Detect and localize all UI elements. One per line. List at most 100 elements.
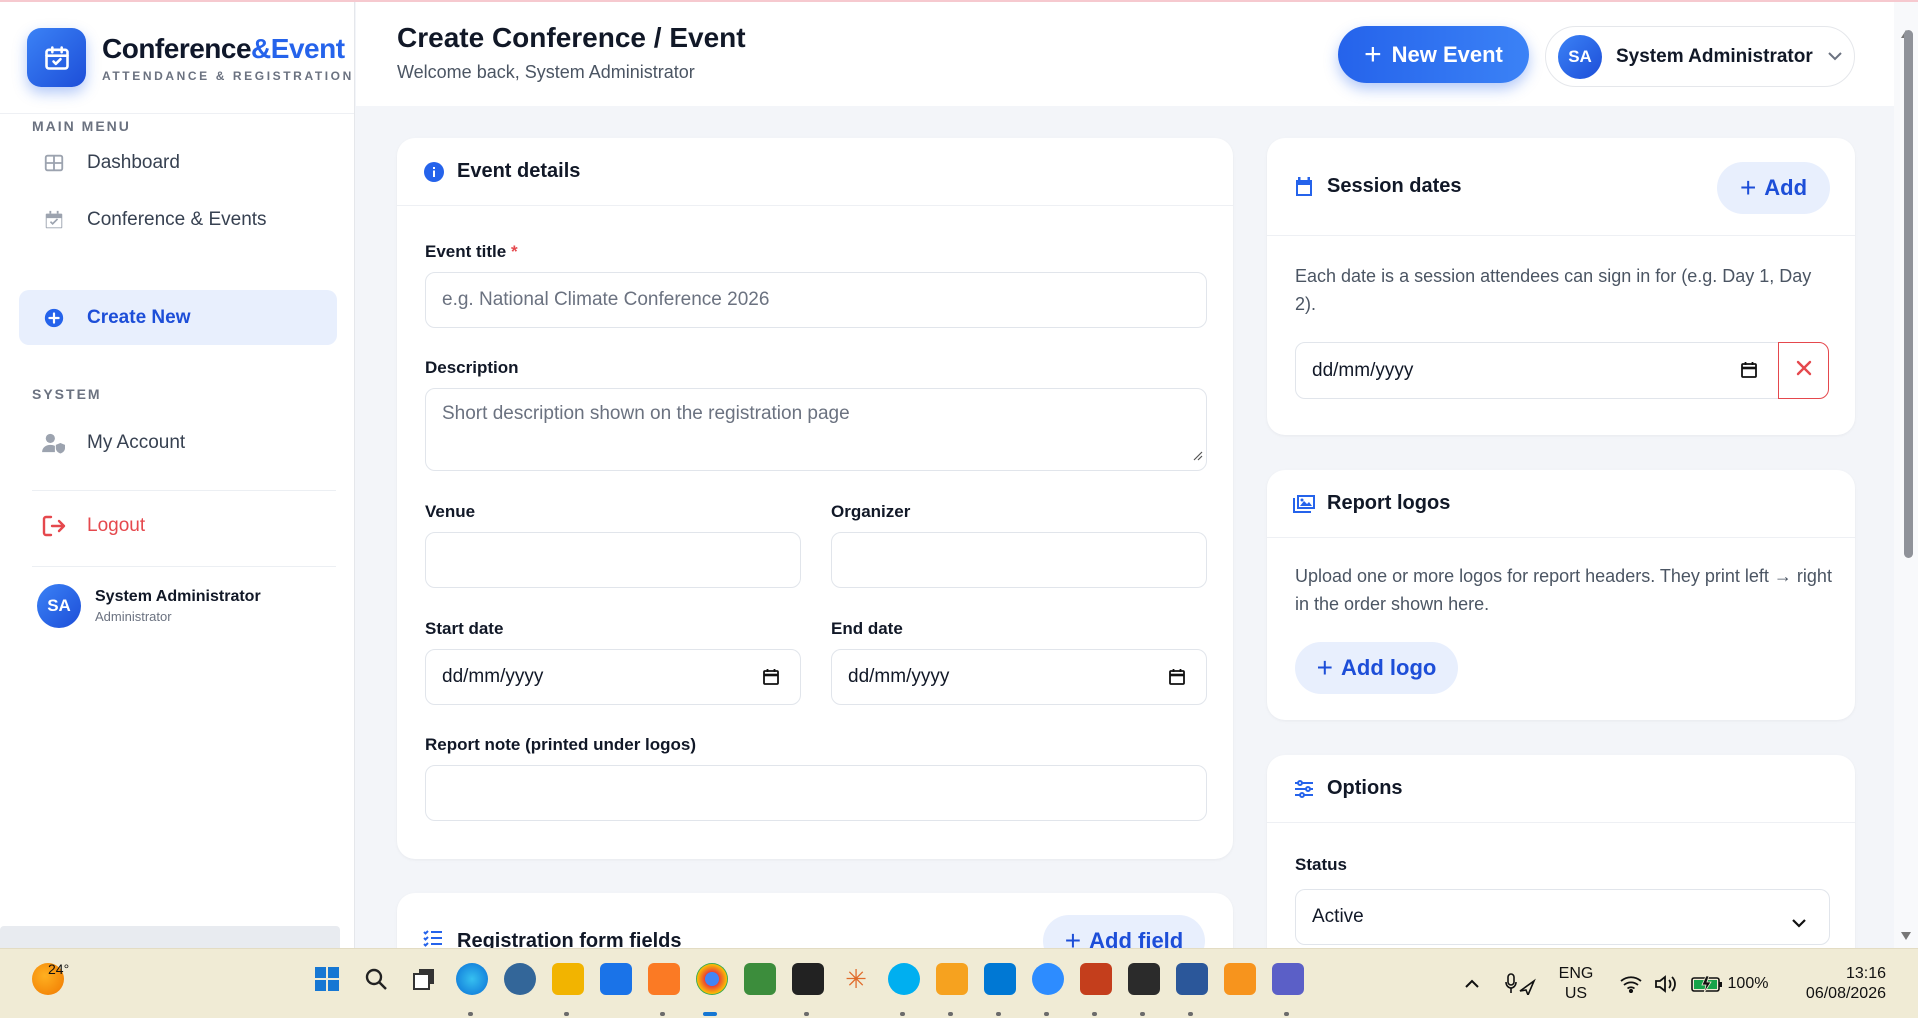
- page-title: Create Conference / Event: [397, 22, 746, 53]
- end-date-label: End date: [831, 619, 903, 638]
- brand[interactable]: Conference&Event ATTENDANCE & REGISTRATI…: [0, 2, 354, 114]
- plus-icon: +: [1364, 37, 1382, 71]
- sidebar-item-conference-events[interactable]: Conference & Events: [19, 192, 337, 247]
- sidebar-footer-bar: [0, 926, 340, 948]
- running-indicator: [660, 1012, 665, 1016]
- running-indicator: [1044, 1012, 1049, 1016]
- remove-session-date-button[interactable]: [1778, 342, 1829, 399]
- venue-label: Venue: [425, 502, 476, 521]
- session-dates-card: Session dates + Add Each date is a sessi…: [1267, 138, 1855, 435]
- report-logos-help: Upload one or more logos for report head…: [1295, 566, 1832, 614]
- sidebar-item-logout[interactable]: Logout: [19, 498, 337, 553]
- volume-icon[interactable]: [1652, 949, 1680, 1018]
- sticky-notes-icon[interactable]: [792, 963, 824, 995]
- running-indicator: [1092, 1012, 1097, 1016]
- chevron-up-icon[interactable]: [1460, 949, 1484, 1018]
- sidebar-item-my-account[interactable]: My Account: [19, 415, 337, 470]
- clock[interactable]: 13:16 06/08/2026: [1790, 949, 1886, 1018]
- language-tool-icon[interactable]: [744, 963, 776, 995]
- skype-icon[interactable]: [888, 963, 920, 995]
- sidebar-item-label: Logout: [87, 514, 146, 536]
- sidebar-divider: [32, 490, 336, 491]
- organizer-input[interactable]: [831, 532, 1207, 588]
- running-indicator: [1284, 1012, 1289, 1016]
- running-indicator: [1188, 1012, 1193, 1016]
- new-event-button[interactable]: + New Event: [1338, 26, 1529, 83]
- claude-icon[interactable]: ✳: [840, 963, 872, 995]
- task-view-icon[interactable]: [408, 963, 440, 995]
- chevron-down-icon: [1827, 48, 1843, 66]
- sidebar-user-card[interactable]: SA System Administrator Administrator: [37, 584, 261, 628]
- language-indicator[interactable]: ENG US: [1554, 949, 1598, 1018]
- running-indicator: [948, 1012, 953, 1016]
- menu-section-system: SYSTEM: [32, 386, 102, 402]
- teams-icon[interactable]: [1272, 963, 1304, 995]
- user-shield-icon: [41, 430, 67, 456]
- running-indicator: [468, 1012, 473, 1016]
- terminal-icon[interactable]: [1128, 963, 1160, 995]
- zoom-icon[interactable]: [1032, 963, 1064, 995]
- search-icon[interactable]: [360, 963, 392, 995]
- store-icon[interactable]: [600, 963, 632, 995]
- organizer-label: Organizer: [831, 502, 911, 521]
- active-app-indicator: [703, 1012, 717, 1016]
- user-menu-dropdown[interactable]: SA System Administrator: [1545, 26, 1855, 87]
- add-session-date-button[interactable]: + Add: [1717, 162, 1830, 214]
- close-icon: [1796, 360, 1812, 381]
- sidebar-item-label: Conference & Events: [87, 208, 267, 230]
- xampp-icon[interactable]: [648, 963, 680, 995]
- page-subtitle: Welcome back, System Administrator: [397, 62, 695, 82]
- session-dates-help: Each date is a session attendees can sig…: [1295, 266, 1812, 314]
- event-title-input[interactable]: e.g. National Climate Conference 2026: [425, 272, 1207, 328]
- session-date-input[interactable]: dd/mm/yyyy: [1295, 342, 1779, 399]
- description-textarea[interactable]: Short description shown on the registrat…: [425, 388, 1207, 471]
- word-icon[interactable]: [1176, 963, 1208, 995]
- powerpoint-icon[interactable]: [1080, 963, 1112, 995]
- file-explorer-icon[interactable]: [552, 963, 584, 995]
- event-details-card: Event details Event title * e.g. Nationa…: [397, 138, 1233, 859]
- end-date-input[interactable]: dd/mm/yyyy: [831, 649, 1207, 705]
- start-date-label: Start date: [425, 619, 504, 638]
- windows-start-icon[interactable]: [311, 963, 343, 995]
- status-select[interactable]: Active: [1295, 889, 1830, 945]
- calendar-icon[interactable]: [1168, 668, 1186, 692]
- report-note-input[interactable]: [425, 765, 1207, 821]
- calendar-icon[interactable]: [1740, 361, 1758, 385]
- scroll-down-arrow-icon[interactable]: [1901, 932, 1911, 940]
- taskbar: 24° ✳ ENG US 100% 13:16 06/08/2026: [0, 948, 1918, 1018]
- start-date-input[interactable]: dd/mm/yyyy: [425, 649, 801, 705]
- plus-icon: +: [1316, 652, 1334, 683]
- edge-browser-icon[interactable]: [456, 963, 488, 995]
- resize-grip-icon[interactable]: [1191, 445, 1203, 467]
- info-icon: [423, 161, 445, 183]
- report-logos-header: Report logos: [1267, 470, 1855, 538]
- logout-icon: [41, 513, 67, 539]
- report-note-label: Report note (printed under logos): [425, 735, 697, 754]
- running-indicator: [564, 1012, 569, 1016]
- chrome-browser-icon[interactable]: [696, 963, 728, 995]
- add-logo-button[interactable]: + Add logo: [1295, 642, 1458, 694]
- database-tool-icon[interactable]: [504, 963, 536, 995]
- sidebar: Conference&Event ATTENDANCE & REGISTRATI…: [0, 2, 355, 948]
- calendar-check-icon: [41, 207, 67, 233]
- scrollbar-thumb[interactable]: [1904, 30, 1913, 558]
- plus-icon: +: [1739, 172, 1757, 203]
- sidebar-item-label: Create New: [87, 306, 191, 328]
- grid-icon: [41, 150, 67, 176]
- user-name: System Administrator: [1616, 45, 1813, 67]
- snipping-tool-icon[interactable]: [1224, 963, 1256, 995]
- vscode-icon[interactable]: [984, 963, 1016, 995]
- venue-input[interactable]: [425, 532, 801, 588]
- microphone-location-icon[interactable]: [1500, 949, 1540, 1018]
- menu-section-main: MAIN MENU: [32, 118, 131, 134]
- sidebar-item-label: Dashboard: [87, 151, 180, 173]
- sliders-icon: [1293, 778, 1315, 800]
- sidebar-item-dashboard[interactable]: Dashboard: [19, 135, 337, 190]
- sublime-text-icon[interactable]: [936, 963, 968, 995]
- sidebar-item-create-new[interactable]: Create New: [19, 290, 337, 345]
- weather-temp: 24°: [48, 961, 70, 977]
- wifi-icon[interactable]: [1618, 949, 1644, 1018]
- battery-charging-icon[interactable]: [1690, 949, 1724, 1018]
- description-label: Description: [425, 358, 519, 377]
- calendar-icon[interactable]: [762, 668, 780, 692]
